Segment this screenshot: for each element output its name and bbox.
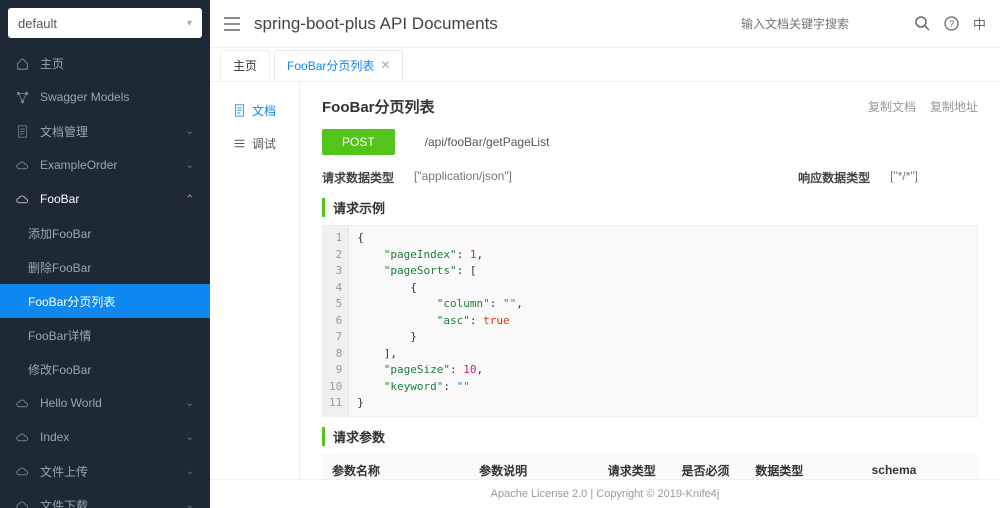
svg-text:?: ?: [949, 19, 954, 29]
close-icon[interactable]: ✕: [380, 58, 390, 72]
cloud-icon: [16, 465, 32, 478]
sidebar-item-11[interactable]: Index⌄: [0, 420, 210, 454]
chevron-down-icon: ⌄: [186, 126, 194, 137]
chevron-down-icon: ⌄: [186, 398, 194, 409]
sidebar-item-label: 文件上传: [40, 463, 186, 480]
example-section-title: 请求示例: [322, 198, 978, 217]
sidebar-item-8[interactable]: FooBar详情: [0, 318, 210, 352]
doc-icon: [233, 104, 246, 117]
sidebar-item-12[interactable]: 文件上传⌄: [0, 454, 210, 488]
cloud-icon: [16, 193, 32, 206]
sidebar-item-label: 删除FooBar: [28, 259, 194, 276]
sidebar-item-7[interactable]: FooBar分页列表: [0, 284, 210, 318]
main: spring-boot-plus API Documents ? 中 主页 Foo…: [210, 0, 1000, 508]
chevron-down-icon: ⌄: [186, 466, 194, 477]
project-selector-value: default: [18, 16, 57, 31]
home-icon: [16, 57, 32, 70]
inner-tab-0[interactable]: 文档: [210, 94, 299, 127]
chevron-down-icon: ▾: [187, 18, 192, 29]
sidebar-item-4[interactable]: FooBar⌃: [0, 182, 210, 216]
inner-tab-label: 调试: [252, 135, 276, 152]
col-desc: 参数说明: [469, 454, 598, 480]
sidebar-item-label: 主页: [40, 55, 194, 72]
col-required: 是否必须: [672, 454, 746, 480]
resp-type-value: ["*/*"]: [890, 169, 918, 186]
req-type-value: ["application/json"]: [414, 169, 512, 186]
sidebar-item-label: Swagger Models: [40, 90, 194, 104]
col-reqtype: 请求类型: [598, 454, 672, 480]
project-selector[interactable]: default ▾: [8, 8, 202, 38]
cloud-icon: [16, 159, 32, 172]
api-path: /api/fooBar/getPageList: [425, 135, 550, 149]
sidebar-item-9[interactable]: 修改FooBar: [0, 352, 210, 386]
cloud-icon: [16, 397, 32, 410]
chevron-down-icon: ⌄: [186, 500, 194, 508]
sidebar-item-label: Index: [40, 430, 186, 444]
sidebar-item-6[interactable]: 删除FooBar: [0, 250, 210, 284]
menu-toggle-icon[interactable]: [224, 17, 240, 31]
col-datatype: 数据类型: [745, 454, 861, 480]
sidebar-item-label: 添加FooBar: [28, 225, 194, 242]
page-title: FooBar分页列表: [322, 96, 854, 117]
footer: Apache License 2.0 | Copyright © 2019-Kn…: [210, 479, 1000, 508]
content: FooBar分页列表 复制文档 复制地址 POST /api/fooBar/ge…: [300, 82, 1000, 479]
sidebar: default ▾ 主页Swagger Models文档管理⌄ExampleOr…: [0, 0, 210, 508]
chevron-up-icon: ⌃: [186, 194, 194, 205]
sidebar-item-label: FooBar分页列表: [28, 293, 194, 310]
col-name: 参数名称: [322, 454, 469, 480]
sidebar-item-1[interactable]: Swagger Models: [0, 80, 210, 114]
tabs: 主页 FooBar分页列表 ✕: [210, 48, 1000, 82]
tab-1[interactable]: FooBar分页列表 ✕: [274, 50, 403, 80]
sidebar-item-0[interactable]: 主页: [0, 46, 210, 80]
sidebar-item-13[interactable]: 文件下载⌄: [0, 488, 210, 508]
lang-toggle[interactable]: 中: [973, 14, 986, 33]
app-title: spring-boot-plus API Documents: [254, 14, 727, 34]
copy-doc-button[interactable]: 复制文档: [868, 98, 916, 115]
col-schema: schema: [862, 454, 978, 480]
doc-icon: [16, 125, 32, 138]
chevron-down-icon: ⌄: [186, 160, 194, 171]
tab-label: 主页: [233, 57, 257, 74]
bars-icon: [233, 137, 246, 150]
help-icon[interactable]: ?: [944, 16, 959, 31]
sidebar-item-label: 文档管理: [40, 123, 186, 140]
search-icon[interactable]: [915, 16, 930, 31]
sidebar-item-label: 修改FooBar: [28, 361, 194, 378]
params-table: 参数名称 参数说明 请求类型 是否必须 数据类型 schema -fooBarP…: [322, 454, 978, 480]
sidebar-item-2[interactable]: 文档管理⌄: [0, 114, 210, 148]
sidebar-item-5[interactable]: 添加FooBar: [0, 216, 210, 250]
tab-0[interactable]: 主页: [220, 50, 270, 80]
inner-sidebar: 文档调试: [210, 82, 300, 479]
chevron-down-icon: ⌄: [186, 432, 194, 443]
sidebar-item-label: ExampleOrder: [40, 158, 186, 172]
sidebar-nav: 主页Swagger Models文档管理⌄ExampleOrder⌄FooBar…: [0, 46, 210, 508]
models-icon: [16, 91, 32, 104]
sidebar-item-label: FooBar: [40, 192, 186, 206]
sidebar-item-label: FooBar详情: [28, 327, 194, 344]
request-example-code: 1234567891011 { "pageIndex": 1, "pageSor…: [322, 225, 978, 417]
sidebar-item-label: Hello World: [40, 396, 186, 410]
inner-tab-label: 文档: [252, 102, 276, 119]
req-type-label: 请求数据类型: [322, 169, 394, 186]
search-input[interactable]: [741, 17, 901, 31]
resp-type-label: 响应数据类型: [798, 169, 870, 186]
cloud-icon: [16, 431, 32, 444]
http-method-badge: POST: [322, 129, 395, 155]
sidebar-item-3[interactable]: ExampleOrder⌄: [0, 148, 210, 182]
sidebar-item-10[interactable]: Hello World⌄: [0, 386, 210, 420]
tab-label: FooBar分页列表: [287, 57, 374, 74]
sidebar-item-label: 文件下载: [40, 497, 186, 508]
inner-tab-1[interactable]: 调试: [210, 127, 299, 160]
cloud-icon: [16, 499, 32, 508]
params-section-title: 请求参数: [322, 427, 978, 446]
topbar: spring-boot-plus API Documents ? 中: [210, 0, 1000, 48]
copy-url-button[interactable]: 复制地址: [930, 98, 978, 115]
